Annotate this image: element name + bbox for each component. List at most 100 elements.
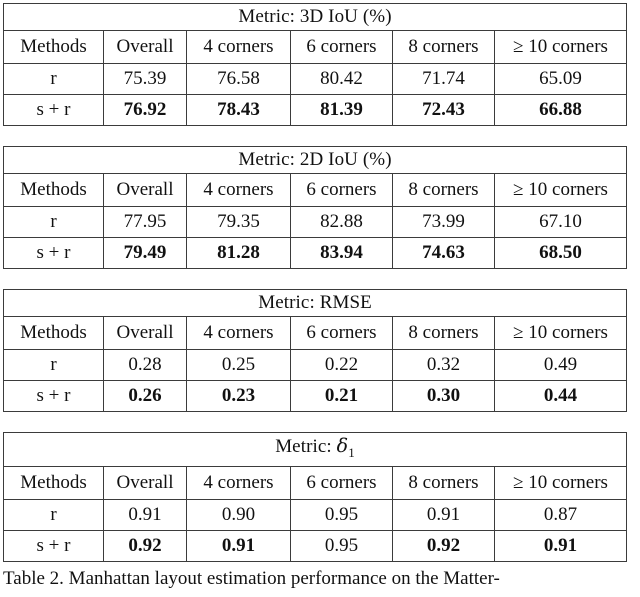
row-label-s-plus-r: s + r [3, 237, 104, 269]
table-header-row: Methods Overall 4 corners 6 corners 8 co… [3, 30, 628, 64]
cell-6-corners: 81.39 [290, 94, 393, 126]
row-label-r: r [3, 349, 104, 381]
table-title: Metric: RMSE [2, 289, 628, 317]
cell-10-plus-corners: 68.50 [493, 237, 628, 269]
cell-overall: 0.26 [103, 380, 187, 412]
column-header-8-corners: 8 corners [392, 465, 495, 500]
row-label-s-plus-r: s + r [3, 529, 104, 562]
cell-overall: 0.28 [103, 349, 187, 381]
column-header-10-plus-corners: ≥ 10 corners [493, 465, 628, 500]
cell-6-corners: 83.94 [290, 237, 393, 269]
column-header-6-corners: 6 corners [290, 316, 393, 350]
table-caption: Table 2. Manhattan layout estimation per… [3, 568, 500, 589]
column-header-6-corners: 6 corners [290, 465, 393, 500]
metric-table-2d-iou: Metric: 2D IoU (%) Methods Overall 4 cor… [2, 146, 628, 269]
column-header-overall: Overall [103, 465, 187, 500]
cell-10-plus-corners: 0.49 [493, 349, 628, 381]
cell-8-corners: 72.43 [392, 94, 495, 126]
cell-6-corners: 0.21 [290, 380, 393, 412]
column-header-4-corners: 4 corners [186, 465, 291, 500]
column-header-10-plus-corners: ≥ 10 corners [493, 173, 628, 207]
cell-4-corners: 79.35 [186, 206, 291, 238]
table-row: s + r 79.49 81.28 83.94 74.63 68.50 [3, 237, 628, 269]
cell-10-plus-corners: 0.91 [493, 529, 628, 562]
cell-8-corners: 73.99 [392, 206, 495, 238]
cell-6-corners: 80.42 [290, 63, 393, 95]
cell-10-plus-corners: 0.44 [493, 380, 628, 412]
cell-4-corners: 0.25 [186, 349, 291, 381]
table-row: r 0.28 0.25 0.22 0.32 0.49 [3, 349, 628, 381]
cell-6-corners: 82.88 [290, 206, 393, 238]
table-title-row: Metric: RMSE [2, 289, 628, 317]
cell-8-corners: 0.91 [392, 498, 495, 531]
table-title: Metric: 2D IoU (%) [2, 146, 628, 174]
cell-4-corners: 0.23 [186, 380, 291, 412]
cell-8-corners: 71.74 [392, 63, 495, 95]
row-label-r: r [3, 206, 104, 238]
column-header-4-corners: 4 corners [186, 173, 291, 207]
column-header-4-corners: 4 corners [186, 30, 291, 64]
table-title-row: Metric: 3D IoU (%) [2, 3, 628, 31]
cell-overall: 79.49 [103, 237, 187, 269]
cell-4-corners: 76.58 [186, 63, 291, 95]
delta-subscript: 1 [348, 444, 355, 460]
cell-4-corners: 78.43 [186, 94, 291, 126]
column-header-8-corners: 8 corners [392, 316, 495, 350]
cell-overall: 76.92 [103, 94, 187, 126]
cell-overall: 75.39 [103, 63, 187, 95]
column-header-overall: Overall [103, 173, 187, 207]
tables-container: Metric: 3D IoU (%) Methods Overall 4 cor… [2, 3, 628, 562]
cell-6-corners: 0.22 [290, 349, 393, 381]
column-header-10-plus-corners: ≥ 10 corners [493, 30, 628, 64]
row-label-s-plus-r: s + r [3, 380, 104, 412]
table-header-row: Methods Overall 4 corners 6 corners 8 co… [3, 316, 628, 350]
cell-10-plus-corners: 66.88 [493, 94, 628, 126]
cell-overall: 77.95 [103, 206, 187, 238]
cell-8-corners: 0.92 [392, 529, 495, 562]
column-header-8-corners: 8 corners [392, 30, 495, 64]
table-title: Metric: δ1 [2, 432, 628, 467]
table-row: s + r 0.26 0.23 0.21 0.30 0.44 [3, 380, 628, 412]
table-header-row: Methods Overall 4 corners 6 corners 8 co… [3, 465, 628, 500]
delta-symbol: δ [336, 435, 349, 457]
cell-6-corners: 0.95 [290, 498, 393, 531]
table-row: s + r 76.92 78.43 81.39 72.43 66.88 [3, 94, 628, 126]
cell-10-plus-corners: 0.87 [493, 498, 628, 531]
metric-table-delta1: Metric: δ1 Methods Overall 4 corners 6 c… [2, 432, 628, 562]
cell-8-corners: 0.30 [392, 380, 495, 412]
column-header-overall: Overall [103, 316, 187, 350]
table-title-row: Metric: δ1 [2, 432, 628, 467]
metric-table-3d-iou: Metric: 3D IoU (%) Methods Overall 4 cor… [2, 3, 628, 126]
cell-10-plus-corners: 65.09 [493, 63, 628, 95]
column-header-methods: Methods [3, 173, 104, 207]
metric-table-rmse: Metric: RMSE Methods Overall 4 corners 6… [2, 289, 628, 412]
column-header-4-corners: 4 corners [186, 316, 291, 350]
cell-8-corners: 74.63 [392, 237, 495, 269]
row-label-r: r [3, 498, 104, 531]
table-row: s + r 0.92 0.91 0.95 0.92 0.91 [3, 529, 628, 562]
table-header-row: Methods Overall 4 corners 6 corners 8 co… [3, 173, 628, 207]
column-header-overall: Overall [103, 30, 187, 64]
cell-10-plus-corners: 67.10 [493, 206, 628, 238]
column-header-methods: Methods [3, 316, 104, 350]
column-header-6-corners: 6 corners [290, 173, 393, 207]
table-title-row: Metric: 2D IoU (%) [2, 146, 628, 174]
cell-6-corners: 0.95 [290, 529, 393, 562]
column-header-10-plus-corners: ≥ 10 corners [493, 316, 628, 350]
cell-4-corners: 0.90 [186, 498, 291, 531]
table-title-prefix: Metric: [275, 436, 337, 457]
row-label-r: r [3, 63, 104, 95]
cell-4-corners: 81.28 [186, 237, 291, 269]
page-root: Metric: 3D IoU (%) Methods Overall 4 cor… [0, 0, 640, 597]
column-header-methods: Methods [3, 465, 104, 500]
cell-4-corners: 0.91 [186, 529, 291, 562]
column-header-6-corners: 6 corners [290, 30, 393, 64]
column-header-methods: Methods [3, 30, 104, 64]
cell-8-corners: 0.32 [392, 349, 495, 381]
cell-overall: 0.92 [103, 529, 187, 562]
table-title: Metric: 3D IoU (%) [2, 3, 628, 31]
table-row: r 77.95 79.35 82.88 73.99 67.10 [3, 206, 628, 238]
table-row: r 0.91 0.90 0.95 0.91 0.87 [3, 498, 628, 531]
column-header-8-corners: 8 corners [392, 173, 495, 207]
cell-overall: 0.91 [103, 498, 187, 531]
